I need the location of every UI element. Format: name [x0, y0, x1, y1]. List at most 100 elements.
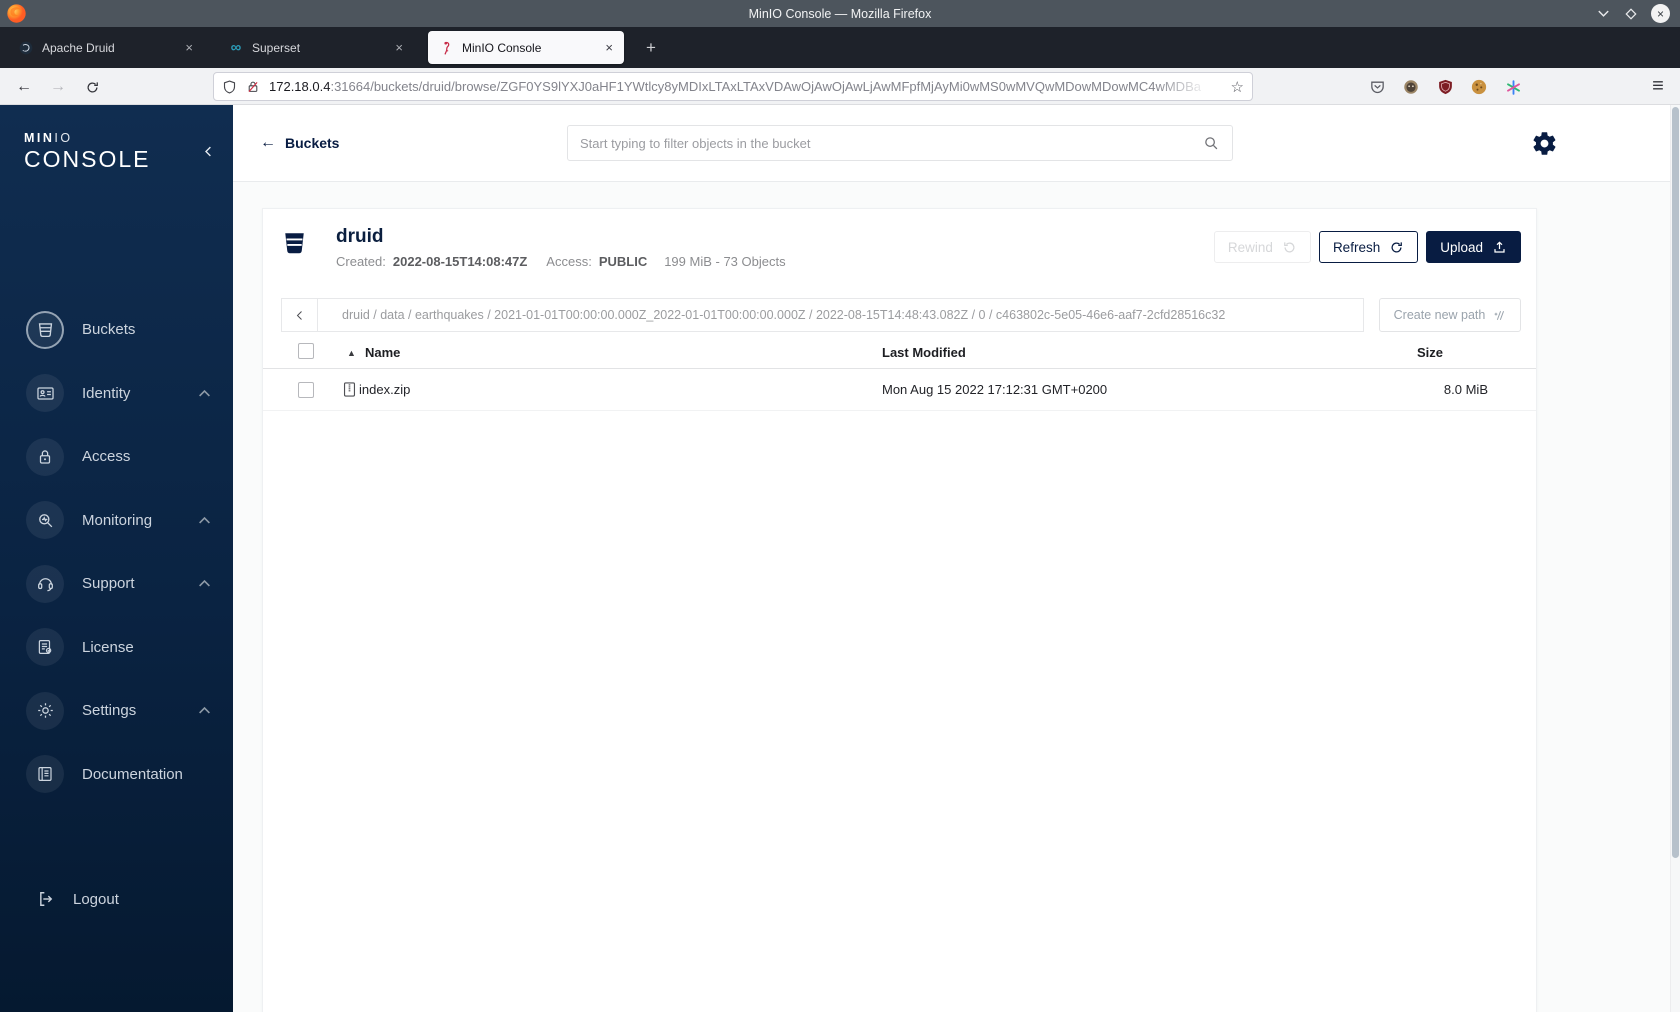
sidebar-item-monitoring[interactable]: Monitoring: [0, 489, 233, 553]
tab-close-icon[interactable]: ×: [602, 40, 616, 55]
reload-icon: [87, 81, 98, 92]
url-text[interactable]: 172.18.0.4:31664/buckets/druid/browse/ZG…: [269, 79, 1227, 94]
tab-close-icon[interactable]: ×: [392, 40, 406, 55]
sort-asc-icon[interactable]: ▲: [347, 348, 356, 358]
pocket-extension-icon[interactable]: [1364, 74, 1390, 100]
logout-label: Logout: [73, 890, 119, 908]
create-new-path-button[interactable]: Create new path: [1379, 298, 1521, 332]
filter-search-box: [567, 125, 1233, 161]
rewind-button[interactable]: Rewind: [1213, 231, 1311, 263]
ublock-extension-icon[interactable]: [1432, 74, 1458, 100]
sidebar-item-access[interactable]: Access: [0, 425, 233, 489]
extension-icon[interactable]: [1398, 74, 1424, 100]
hamburger-menu-icon[interactable]: ≡: [1643, 71, 1673, 101]
row-checkbox[interactable]: [298, 382, 314, 398]
sidebar-item-license[interactable]: License: [0, 616, 233, 680]
sidebar-item-documentation[interactable]: Documentation: [0, 743, 233, 807]
column-header-size[interactable]: Size: [1417, 345, 1443, 360]
path-back-button[interactable]: [282, 299, 318, 331]
support-icon: [26, 564, 64, 603]
created-label: Created:: [336, 254, 386, 269]
refresh-icon: [1391, 241, 1403, 252]
rewind-label: Rewind: [1227, 239, 1273, 255]
table-header: ▲ Name Last Modified Size: [263, 343, 1536, 369]
nav-forward-button[interactable]: →: [45, 74, 71, 100]
tab-minio-console[interactable]: MinIO Console ×: [428, 31, 624, 64]
sidebar-item-identity[interactable]: Identity: [0, 362, 233, 426]
url-fade: [1154, 78, 1224, 98]
column-header-last-modified[interactable]: Last Modified: [882, 345, 966, 360]
monitoring-icon: [26, 501, 64, 540]
chevron-up-icon[interactable]: [198, 389, 211, 398]
sidebar-item-logout[interactable]: Logout: [0, 879, 233, 919]
tab-label: Superset: [252, 40, 301, 55]
bucket-summary: druid Created: 2022-08-15T14:08:47Z Acce…: [281, 226, 1521, 286]
back-to-buckets-button[interactable]: ← Buckets: [260, 134, 339, 152]
object-name[interactable]: index.zip: [359, 382, 410, 397]
identity-icon: [26, 374, 64, 413]
bucket-meta: Created: 2022-08-15T14:08:47Z Access: PU…: [336, 254, 786, 269]
refresh-button[interactable]: Refresh: [1318, 231, 1419, 263]
screen: MinIO Console — Mozilla Firefox × Apache…: [0, 0, 1680, 1012]
sidebar-item-support[interactable]: Support: [0, 552, 233, 616]
logout-icon: [40, 892, 53, 906]
object-last-modified: Mon Aug 15 2022 17:12:31 GMT+0200: [882, 382, 1108, 397]
nav-back-button[interactable]: ←: [11, 74, 37, 100]
search-icon[interactable]: [1203, 135, 1220, 152]
sidebar-item-settings[interactable]: Settings: [0, 679, 233, 743]
path-bar: druid / data / earthquakes / 2021-01-01T…: [281, 298, 1364, 332]
sidebar-item-buckets[interactable]: Buckets: [0, 298, 233, 362]
breadcrumb[interactable]: druid / data / earthquakes / 2021-01-01T…: [318, 299, 1363, 331]
sidebar-item-label: Identity: [82, 384, 131, 402]
scrollbar-thumb[interactable]: [1672, 107, 1679, 858]
chevron-up-icon[interactable]: [198, 706, 211, 715]
tab-apache-druid[interactable]: Apache Druid ×: [8, 31, 204, 64]
sidebar-item-label: Access: [82, 448, 131, 466]
minio-logo: MINIO CONSOLE: [24, 131, 150, 173]
page-scrollbar[interactable]: [1670, 105, 1680, 1012]
page-header: ← Buckets: [233, 105, 1680, 182]
asterisk-extension-icon[interactable]: [1500, 74, 1526, 100]
url-host: 172.18.0.4: [269, 79, 331, 94]
flamingo-icon: [444, 41, 450, 55]
chevron-up-icon[interactable]: [198, 516, 211, 525]
tab-superset[interactable]: ∞ Superset ×: [218, 31, 414, 64]
upload-button[interactable]: Upload: [1426, 231, 1521, 263]
search-input[interactable]: [580, 135, 1203, 151]
nav-reload-button[interactable]: [79, 74, 105, 100]
column-header-name[interactable]: Name: [365, 345, 400, 360]
sidebar-item-label: Monitoring: [82, 511, 153, 529]
chevron-up-icon[interactable]: [198, 579, 211, 588]
create-path-label: Create new path: [1393, 308, 1486, 322]
new-tab-button[interactable]: +: [638, 35, 664, 61]
select-all-checkbox[interactable]: [298, 343, 314, 359]
tracking-shield-icon[interactable]: [222, 79, 237, 95]
window-title: MinIO Console — Mozilla Firefox: [748, 6, 932, 21]
documentation-icon: [26, 755, 64, 794]
insecure-lock-icon[interactable]: [246, 79, 260, 95]
tab-label: MinIO Console: [462, 40, 542, 55]
access-value[interactable]: PUBLIC: [599, 254, 647, 269]
sidebar-item-label: Support: [82, 575, 135, 593]
tab-close-icon[interactable]: ×: [182, 40, 196, 55]
bucket-browser-card: druid Created: 2022-08-15T14:08:47Z Acce…: [262, 208, 1537, 1012]
bucket-stats: 199 MiB - 73 Objects: [664, 254, 786, 269]
main-content: ← Buckets druid Created: 2022-08-15T14: [233, 105, 1680, 1012]
window-close-icon[interactable]: ×: [1651, 4, 1670, 23]
buckets-icon: [26, 310, 64, 349]
url-bar[interactable]: 172.18.0.4:31664/buckets/druid/browse/ZG…: [213, 72, 1253, 101]
created-value: 2022-08-15T14:08:47Z: [392, 254, 528, 269]
zip-file-icon: [341, 381, 358, 403]
rewind-icon: [1284, 241, 1295, 252]
cookie-extension-icon[interactable]: [1466, 74, 1492, 100]
window-maximize-icon[interactable]: [1624, 7, 1638, 21]
window-minimize-icon[interactable]: [1596, 6, 1611, 21]
bookmark-star-icon[interactable]: ☆: [1231, 78, 1244, 96]
superset-icon: ∞: [230, 38, 242, 56]
tab-label: Apache Druid: [42, 40, 115, 55]
access-icon: [26, 437, 64, 476]
settings-gear-icon[interactable]: [1531, 130, 1558, 162]
sidebar-collapse-button[interactable]: [201, 143, 216, 165]
license-icon: [26, 628, 64, 667]
table-row[interactable]: index.zip Mon Aug 15 2022 17:12:31 GMT+0…: [263, 369, 1536, 411]
